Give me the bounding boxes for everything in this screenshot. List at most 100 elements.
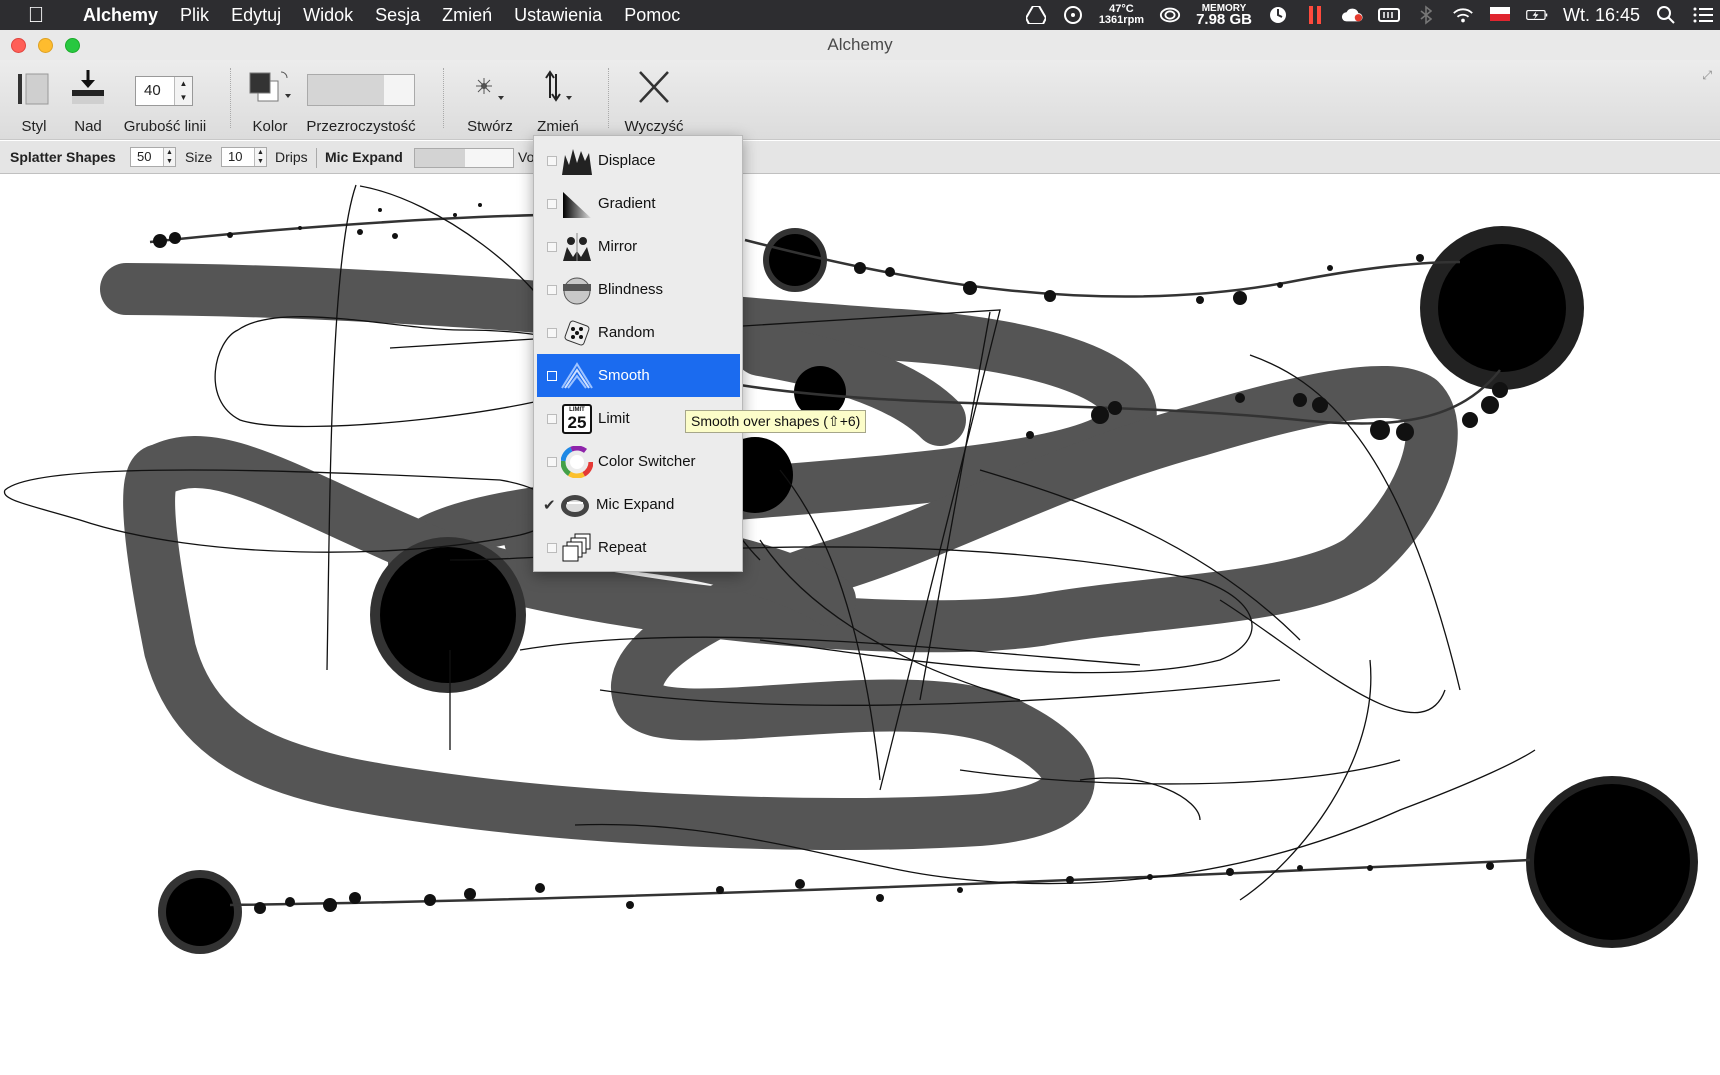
affect-button[interactable]: Zmień: [536, 68, 580, 135]
cloud-sync-icon[interactable]: [1341, 4, 1363, 26]
random-label: Random: [598, 324, 655, 341]
menu-edit[interactable]: Edytuj: [220, 5, 292, 26]
transparency-fill: [308, 75, 384, 105]
gradient-label: Gradient: [598, 195, 656, 212]
random-dice-icon: [561, 317, 593, 349]
style-button[interactable]: Styl: [14, 68, 54, 135]
shapes-count-field[interactable]: 50 ▲ ▼: [130, 147, 176, 167]
limit-icon-number: 25: [567, 412, 587, 432]
app-menu[interactable]: Alchemy: [72, 5, 169, 26]
transparency-track[interactable]: [307, 74, 415, 106]
memory-readout[interactable]: MEMORY 7.98 GB: [1196, 3, 1252, 27]
toolbar-separator: [230, 68, 231, 128]
displace-checkbox[interactable]: [547, 155, 557, 166]
affect-arrows-icon: [545, 70, 572, 102]
menu-affect[interactable]: Zmień: [431, 5, 503, 26]
module-options-bar: Splatter Shapes 50 ▲ ▼ Size 10 ▲ ▼ Drips M…: [0, 141, 1720, 174]
mic-mouth-icon: [559, 489, 591, 521]
window-close-button[interactable]: [11, 38, 26, 53]
line-width-stepper[interactable]: ▲ ▼: [174, 77, 192, 105]
status-area: 47°C 1361rpm MEMORY 7.98 GB Wt. 16:45: [1025, 0, 1714, 30]
gradient-icon: [561, 188, 593, 220]
menu-item-mirror[interactable]: Mirror: [537, 225, 740, 268]
battery-icon[interactable]: [1526, 4, 1548, 26]
menu-help[interactable]: Pomoc: [613, 5, 691, 26]
input-source-flag-icon[interactable]: [1489, 4, 1511, 26]
color-wheel-icon: [561, 445, 593, 478]
shapes-count-stepper[interactable]: ▲ ▼: [163, 148, 175, 166]
toolbar-separator: [608, 68, 609, 128]
mic-expand-label: Mic Expand: [325, 149, 403, 165]
apple-menu-icon[interactable]: : [0, 2, 72, 28]
line-width-value: 40: [144, 82, 161, 99]
menu-settings[interactable]: Ustawienia: [503, 5, 613, 26]
line-width-label: Grubość linii: [123, 118, 207, 135]
menu-file[interactable]: Plik: [169, 5, 220, 26]
fan-icon[interactable]: [1062, 4, 1084, 26]
blindness-checkbox[interactable]: [547, 284, 557, 295]
blindness-label: Blindness: [598, 281, 664, 298]
random-checkbox[interactable]: [547, 327, 557, 338]
limit-checkbox[interactable]: [547, 413, 557, 424]
drips-toggle[interactable]: Drips: [275, 149, 308, 165]
mic-expand-menu-label: Mic Expand: [596, 496, 675, 513]
menu-session[interactable]: Sesja: [364, 5, 431, 26]
line-width-field[interactable]: 40 ▲ ▼: [135, 76, 193, 106]
smooth-label: Smooth: [598, 367, 650, 384]
notification-center-icon[interactable]: [1692, 4, 1714, 26]
mic-expand-slider[interactable]: [414, 148, 514, 168]
menu-view[interactable]: Widok: [292, 5, 364, 26]
pause-icon[interactable]: [1304, 4, 1326, 26]
wifi-icon[interactable]: [1452, 4, 1474, 26]
mic-expand-checkmark-icon[interactable]: ✔: [543, 496, 557, 514]
displace-icon: [561, 145, 593, 177]
style-label: Styl: [21, 118, 47, 135]
google-drive-icon[interactable]: [1025, 4, 1047, 26]
shapes-count-value: 50: [137, 149, 152, 164]
menu-item-random[interactable]: Random: [537, 311, 740, 354]
over-button[interactable]: Nad: [68, 68, 108, 135]
size-value: 10: [228, 149, 243, 164]
toolbar: Styl Nad 40 ▲ ▼ Grubość linii Kolor Przez…: [0, 60, 1720, 140]
create-splatter-icon: [476, 78, 504, 100]
clear-button[interactable]: Wyczyść: [624, 68, 684, 135]
menu-item-mic-expand[interactable]: ✔ Mic Expand: [537, 483, 740, 526]
creative-cloud-icon[interactable]: [1159, 4, 1181, 26]
clock[interactable]: Wt. 16:45: [1563, 5, 1640, 26]
limit-25-icon: LIMIT 25: [561, 403, 593, 435]
window-zoom-button[interactable]: [65, 38, 80, 53]
repeat-checkbox[interactable]: [547, 542, 557, 553]
affect-dropdown-menu: Displace Gradient Mirror Blindness Rando…: [533, 135, 743, 572]
window-title: Alchemy: [827, 35, 893, 54]
over-label: Nad: [74, 118, 102, 135]
menu-item-color-switcher[interactable]: Color Switcher: [537, 440, 740, 483]
window-title-bar: Alchemy: [0, 30, 1720, 60]
bluetooth-icon[interactable]: [1415, 4, 1437, 26]
spotlight-search-icon[interactable]: [1655, 4, 1677, 26]
mirror-checkbox[interactable]: [547, 241, 557, 252]
smooth-checkbox[interactable]: [547, 370, 557, 381]
menu-item-displace[interactable]: Displace: [537, 139, 740, 182]
color-switcher-checkbox[interactable]: [547, 456, 557, 467]
size-field[interactable]: 10 ▲ ▼: [221, 147, 267, 167]
menu-item-smooth[interactable]: Smooth: [537, 354, 740, 397]
canvas-artwork: [3, 184, 1698, 954]
rpm-value: 1361rpm: [1098, 14, 1145, 26]
create-button[interactable]: Stwórz: [467, 68, 513, 135]
size-label: Size: [185, 149, 213, 165]
color-button[interactable]: Kolor: [247, 68, 293, 135]
smooth-icon: [561, 360, 593, 392]
menu-item-gradient[interactable]: Gradient: [537, 182, 740, 225]
temp-rpm-readout[interactable]: 47°C 1361rpm: [1099, 4, 1144, 26]
timer-icon[interactable]: [1267, 4, 1289, 26]
fullscreen-toggle-icon[interactable]: ⤢: [1702, 68, 1712, 83]
draw-over-icon: [72, 70, 104, 104]
menu-item-repeat[interactable]: Repeat: [537, 526, 740, 569]
menu-item-blindness[interactable]: Blindness: [537, 268, 740, 311]
mirror-label: Mirror: [598, 238, 638, 255]
window-minimize-button[interactable]: [38, 38, 53, 53]
gradient-checkbox[interactable]: [547, 198, 557, 209]
memory-chip-icon[interactable]: [1377, 4, 1400, 26]
drawing-canvas[interactable]: [0, 175, 1720, 1075]
size-stepper[interactable]: ▲ ▼: [254, 148, 266, 166]
